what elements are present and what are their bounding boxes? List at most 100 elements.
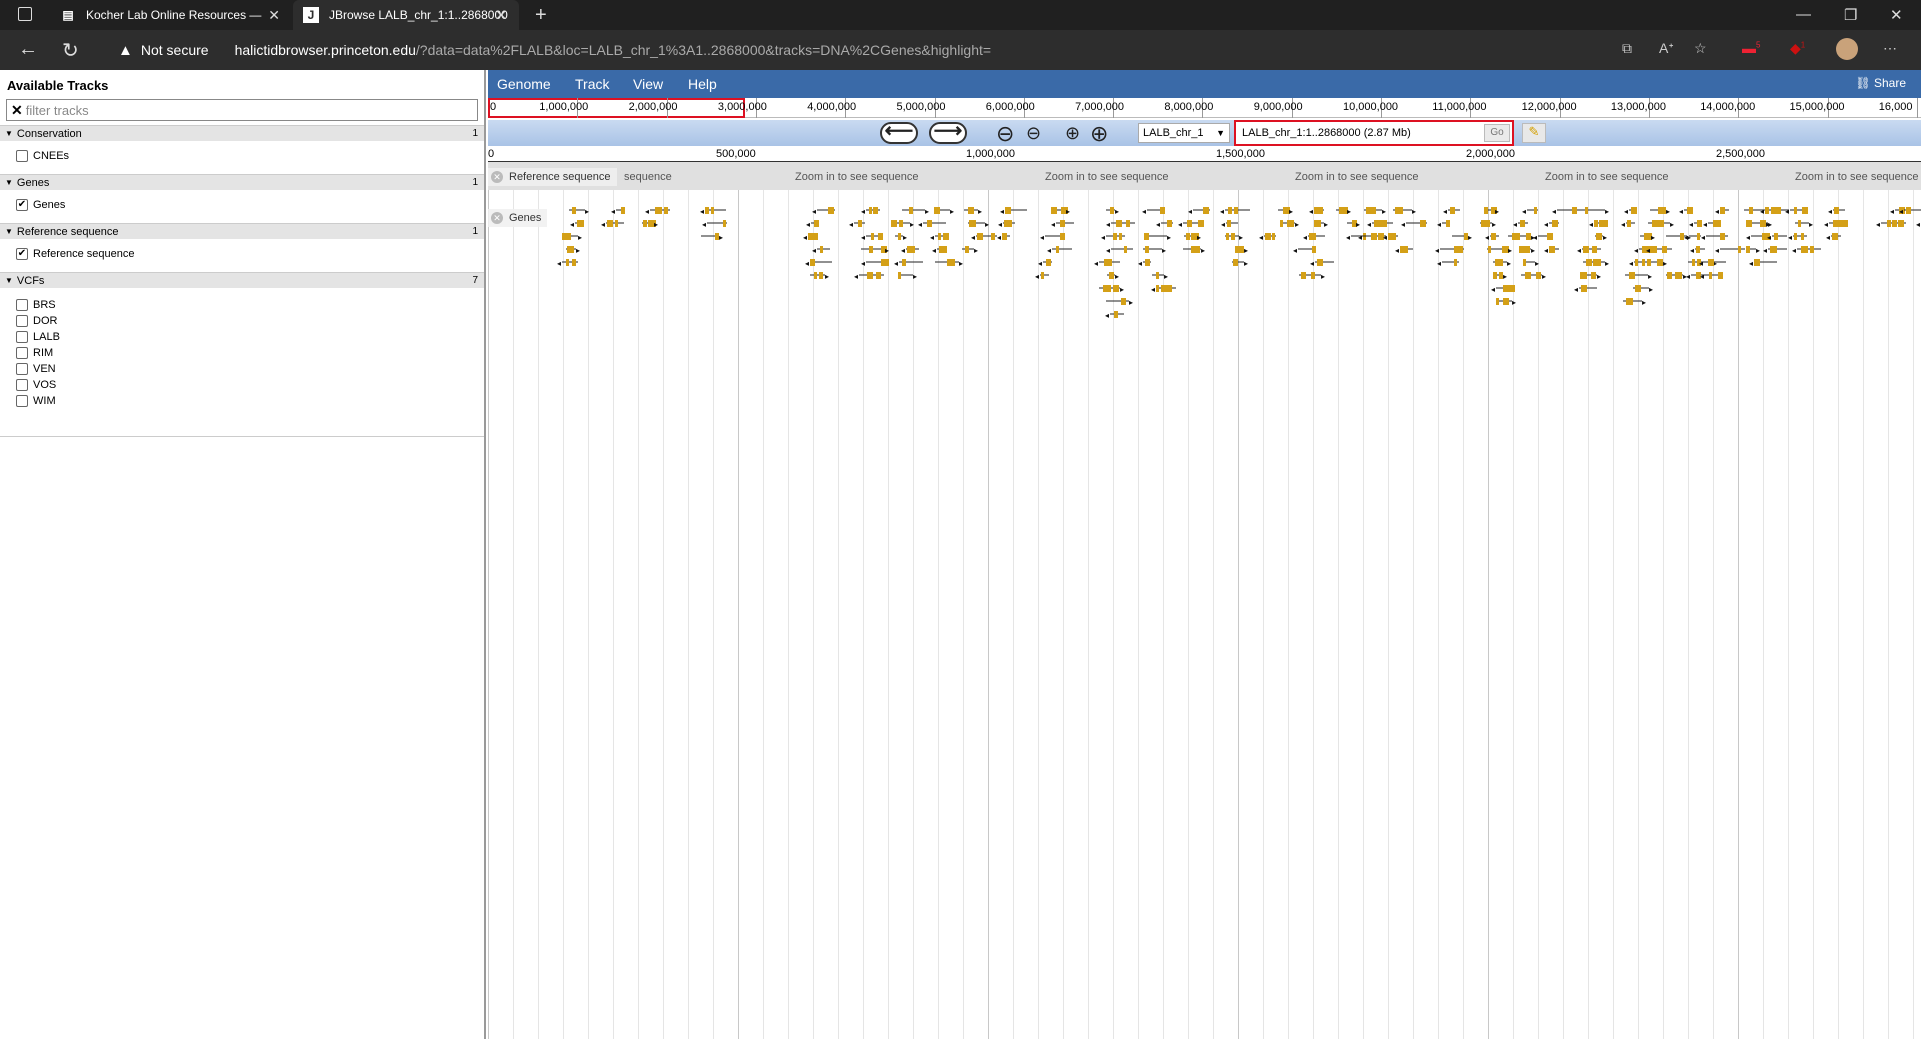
gene-exon[interactable] [1801, 233, 1804, 240]
pan-left-button[interactable]: ⟵ [880, 121, 918, 144]
location-input[interactable]: LALB_chr_1:1..2868000 (2.87 Mb) Go [1234, 120, 1514, 146]
gene-exon[interactable] [1186, 233, 1190, 240]
gene-exon[interactable] [1626, 298, 1631, 305]
extension-icon[interactable]: ▬5 [1742, 40, 1760, 56]
gene-exon[interactable] [1692, 259, 1695, 266]
gene-exon[interactable] [1524, 246, 1530, 253]
tracks-area[interactable]: sequence Zoom in to see sequence Zoom in t… [488, 162, 1921, 1039]
gene-exon[interactable] [820, 246, 823, 253]
gene-exon[interactable] [867, 272, 873, 279]
gene-exon[interactable] [1892, 220, 1897, 227]
gene-exon[interactable] [1205, 207, 1208, 214]
gene-exon[interactable] [1310, 233, 1314, 240]
gene-exon[interactable] [1835, 207, 1839, 214]
gene-exon[interactable] [858, 220, 862, 227]
gene-exon[interactable] [1802, 207, 1806, 214]
gene-exon[interactable] [1110, 272, 1114, 279]
detail-scale[interactable]: 0 500,000 1,000,000 1,500,000 2,000,000 2,500… [488, 148, 1921, 162]
gene-exon[interactable] [1572, 207, 1577, 214]
favorites-icon[interactable]: ☆ [1694, 40, 1707, 57]
gene-exon[interactable] [1721, 207, 1724, 214]
gene-exon[interactable] [1144, 233, 1149, 240]
gene-exon[interactable] [1594, 220, 1598, 227]
zoom-in-large-icon[interactable]: ⊕ [1090, 121, 1108, 147]
gene-exon[interactable] [1503, 285, 1509, 292]
gene-exon[interactable] [1627, 220, 1631, 227]
gene-exon[interactable] [898, 272, 901, 279]
gene-exon[interactable] [1749, 207, 1752, 214]
gene-exon[interactable] [808, 233, 812, 240]
gene-exon[interactable] [1696, 246, 1699, 253]
back-icon[interactable]: ← [18, 38, 38, 61]
gene-exon[interactable] [1121, 298, 1126, 305]
gene-exon[interactable] [875, 207, 878, 214]
gene-exon[interactable] [562, 233, 568, 240]
gene-exon[interactable] [705, 207, 709, 214]
gene-exon[interactable] [1586, 259, 1592, 266]
gene-exon[interactable] [1234, 207, 1238, 214]
gene-exon[interactable] [949, 259, 955, 266]
gene-exon[interactable] [568, 233, 571, 240]
gene-exon[interactable] [1760, 220, 1764, 227]
gene-exon[interactable] [1399, 207, 1403, 214]
gene-exon[interactable] [1491, 233, 1496, 240]
gene-exon[interactable] [1124, 246, 1127, 253]
gene-exon[interactable] [1503, 298, 1509, 305]
track-checkbox[interactable] [16, 363, 28, 375]
gene-exon[interactable] [1738, 246, 1741, 253]
ublock-icon[interactable]: ◆1 [1790, 40, 1805, 57]
gene-exon[interactable] [1644, 233, 1647, 240]
gene-exon[interactable] [1843, 220, 1848, 227]
gene-exon[interactable] [1652, 220, 1656, 227]
reference-sequence-track-label[interactable]: ✕ Reference sequence [488, 168, 617, 186]
gene-exon[interactable] [1635, 285, 1641, 292]
gene-exon[interactable] [1658, 207, 1662, 214]
close-tab-icon[interactable]: ✕ [268, 7, 280, 24]
gene-exon[interactable] [814, 272, 817, 279]
gene-exon[interactable] [891, 220, 897, 227]
gene-exon[interactable] [1520, 220, 1525, 227]
filter-tracks-input[interactable]: ✕ filter tracks [6, 99, 478, 121]
gene-exon[interactable] [815, 220, 818, 227]
gene-exon[interactable] [1658, 220, 1664, 227]
gene-exon[interactable] [902, 259, 906, 266]
gene-exon[interactable] [1596, 233, 1602, 240]
track-checkbox[interactable] [16, 150, 28, 162]
gene-exon[interactable] [1007, 207, 1011, 214]
gene-exon[interactable] [1775, 207, 1781, 214]
gene-exon[interactable] [973, 220, 976, 227]
gene-exon[interactable] [572, 259, 576, 266]
gene-exon[interactable] [1280, 220, 1283, 227]
track-item-rim[interactable]: RIM [16, 345, 470, 361]
track-checkbox[interactable] [16, 347, 28, 359]
category-header[interactable]: ▼ VCFs 7 [0, 272, 484, 288]
close-window-icon[interactable]: ✕ [1890, 6, 1903, 24]
track-item-brs[interactable]: BRS [16, 297, 470, 313]
category-header[interactable]: ▼ Reference sequence 1 [0, 223, 484, 239]
more-menu-icon[interactable]: ⋯ [1883, 40, 1897, 57]
gene-exon[interactable] [1231, 233, 1235, 240]
track-checkbox[interactable] [16, 331, 28, 343]
gene-exon[interactable] [1774, 233, 1777, 240]
gene-exon[interactable] [1110, 207, 1114, 214]
zoom-in-icon[interactable]: ⊕ [1065, 123, 1080, 144]
gene-exon[interactable] [1581, 285, 1587, 292]
gene-exon[interactable] [1635, 259, 1638, 266]
gene-exon[interactable] [1227, 220, 1231, 227]
gene-exon[interactable] [1228, 207, 1232, 214]
gene-exon[interactable] [567, 246, 570, 253]
gene-exon[interactable] [1265, 233, 1271, 240]
gene-exon[interactable] [871, 233, 874, 240]
gene-exon[interactable] [1002, 233, 1005, 240]
gene-exon[interactable] [881, 259, 885, 266]
track-checkbox[interactable] [16, 299, 28, 311]
gene-exon[interactable] [1311, 272, 1315, 279]
gene-exon[interactable] [1631, 207, 1637, 214]
gene-exon[interactable] [1887, 220, 1891, 227]
gene-exon[interactable] [1810, 246, 1814, 253]
gene-exon[interactable] [828, 207, 834, 214]
gene-exon[interactable] [1746, 220, 1752, 227]
gene-exon[interactable] [1687, 207, 1693, 214]
track-item-cnees[interactable]: CNEEs [16, 148, 470, 164]
go-button[interactable]: Go [1484, 124, 1510, 142]
